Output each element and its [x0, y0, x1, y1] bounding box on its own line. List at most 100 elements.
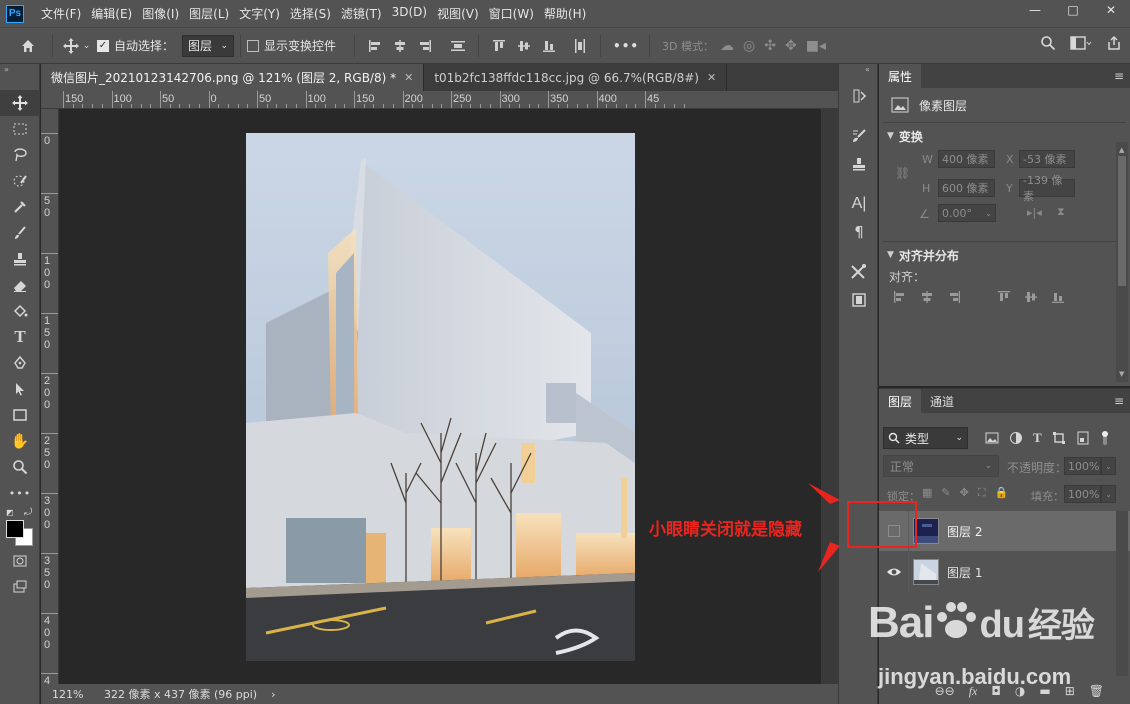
filter-shape-icon[interactable] [1052, 431, 1066, 445]
transform-section-header[interactable]: ▼ 变换 [879, 123, 1130, 149]
panel-menu-icon[interactable]: ≡ [1114, 394, 1124, 408]
width-field[interactable]: 400 像素 [938, 150, 995, 168]
close-tab-icon[interactable]: ✕ [707, 71, 716, 84]
default-colors-icon[interactable]: ◩ [6, 508, 14, 517]
close-tab-icon[interactable]: ✕ [404, 71, 413, 84]
align-section-header[interactable]: ▼ 对齐并分布 [879, 242, 1130, 268]
align-bottom-icon[interactable] [1051, 290, 1065, 304]
brush-tool[interactable] [0, 220, 40, 246]
screen-mode-button[interactable] [0, 574, 40, 600]
lock-all-icon[interactable]: 🔒 [995, 486, 1009, 500]
pen-tool[interactable] [0, 350, 40, 376]
maximize-button[interactable]: □ [1054, 0, 1092, 20]
type-tool[interactable]: T [0, 324, 40, 350]
distribute-vertical-icon[interactable] [450, 38, 466, 54]
menu-help[interactable]: 帮助(H) [539, 5, 591, 22]
layer-name[interactable]: 图层 2 [947, 523, 982, 540]
character-panel-button[interactable]: A| [839, 190, 879, 218]
filter-toggle-icon[interactable] [1100, 430, 1110, 446]
align-vcenter-icon[interactable] [516, 38, 532, 54]
path-select-tool[interactable] [0, 376, 40, 402]
marquee-tool[interactable] [0, 116, 40, 142]
swap-colors-icon[interactable]: ⤾ [24, 507, 32, 518]
document-tab-active[interactable]: 微信图片_20210123142706.png @ 121% (图层 2, RG… [41, 64, 425, 91]
camera-3d-icon[interactable]: ■◂ [806, 38, 826, 54]
panel-menu-icon[interactable]: ≡ [1114, 69, 1124, 83]
lock-image-icon[interactable]: ✎ [941, 486, 950, 500]
layer-name[interactable]: 图层 1 [947, 564, 982, 581]
zoom-level[interactable]: 121% [52, 688, 96, 701]
paragraph-panel-button[interactable]: ¶ [839, 218, 879, 246]
fill-field[interactable]: 100% [1064, 485, 1101, 503]
show-transform-checkbox[interactable] [247, 39, 260, 52]
menu-edit[interactable]: 编辑(E) [86, 5, 137, 22]
tool-presets-button[interactable] [839, 258, 879, 286]
filter-smart-object-icon[interactable] [1076, 431, 1090, 445]
opacity-field[interactable]: 100% [1064, 457, 1101, 475]
align-hcenter-icon[interactable] [920, 290, 934, 304]
move-tool[interactable] [0, 90, 40, 116]
move-tool-preset-icon[interactable]: ⌄ [59, 34, 93, 58]
auto-select-checkbox[interactable]: ✓ [97, 39, 109, 52]
align-right-icon[interactable] [947, 290, 961, 304]
libraries-button[interactable] [839, 286, 879, 314]
tab-channels[interactable]: 通道 [921, 389, 963, 413]
menu-image[interactable]: 图像(I) [137, 5, 184, 22]
align-bottom-icon[interactable] [541, 38, 557, 54]
minimize-button[interactable]: — [1016, 0, 1054, 20]
menu-3d[interactable]: 3D(D) [387, 5, 432, 22]
align-vcenter-icon[interactable] [1024, 290, 1038, 304]
rectangle-tool[interactable] [0, 402, 40, 428]
align-left-icon[interactable] [367, 38, 383, 54]
lasso-tool[interactable] [0, 142, 40, 168]
y-position-field[interactable]: -139 像素 [1019, 174, 1075, 203]
more-tools-button[interactable]: ••• [0, 480, 40, 506]
foreground-color-swatch[interactable] [6, 520, 24, 538]
filter-type-icon[interactable]: T [1033, 430, 1042, 446]
lock-artboard-icon[interactable]: ⛶ [978, 486, 986, 500]
orbit-3d-icon[interactable]: ☁ [720, 38, 734, 54]
tab-layers[interactable]: 图层 [879, 389, 922, 413]
workspace-icon[interactable] [1070, 35, 1092, 51]
menu-layer[interactable]: 图层(L) [184, 5, 234, 22]
quick-mask-button[interactable] [0, 548, 40, 574]
menu-view[interactable]: 视图(V) [432, 5, 484, 22]
slide-3d-icon[interactable]: ✥ [785, 38, 797, 54]
pan-3d-icon[interactable]: ✣ [764, 38, 776, 54]
quick-select-tool[interactable] [0, 168, 40, 194]
home-icon[interactable] [10, 34, 46, 58]
menu-select[interactable]: 选择(S) [285, 5, 336, 22]
align-hcenter-icon[interactable] [392, 38, 408, 54]
roll-3d-icon[interactable]: ◎ [743, 38, 755, 54]
menu-filter[interactable]: 滤镜(T) [336, 5, 387, 22]
filter-adjustment-icon[interactable] [1009, 431, 1023, 445]
collapse-arrows-icon[interactable]: « [839, 64, 877, 76]
align-right-icon[interactable] [417, 38, 433, 54]
align-top-icon[interactable] [997, 290, 1011, 304]
hand-tool[interactable]: ✋ [0, 428, 40, 454]
clone-source-button[interactable] [839, 150, 879, 178]
paint-bucket-tool[interactable] [0, 298, 40, 324]
distribute-horizontal-icon[interactable] [572, 38, 588, 54]
share-icon[interactable] [1106, 35, 1122, 51]
lock-transparent-icon[interactable]: ▦ [922, 486, 932, 500]
filter-pixel-icon[interactable] [985, 431, 999, 445]
eraser-tool[interactable] [0, 272, 40, 298]
menu-window[interactable]: 窗口(W) [484, 5, 539, 22]
lock-position-icon[interactable]: ✥ [960, 486, 969, 500]
zoom-tool[interactable] [0, 454, 40, 480]
layer-filter-dropdown[interactable]: 类型 ⌄ [883, 427, 968, 449]
fill-dropdown[interactable]: ⌄ [1101, 485, 1116, 503]
flip-vertical-icon[interactable]: ⧗ [1057, 205, 1065, 219]
history-panel-button[interactable] [839, 82, 879, 110]
canvas-vertical-scrollbar[interactable] [821, 109, 838, 684]
blend-mode-dropdown[interactable]: 正常 ⌄ [883, 455, 999, 477]
menu-file[interactable]: 文件(F) [36, 5, 86, 22]
properties-scrollbar[interactable]: ▲ ▼ [1116, 142, 1128, 382]
opacity-dropdown[interactable]: ⌄ [1101, 457, 1116, 475]
x-position-field[interactable]: -53 像素 [1019, 150, 1075, 168]
more-options-button[interactable]: ••• [613, 39, 639, 53]
brush-settings-button[interactable] [839, 122, 879, 150]
align-left-icon[interactable] [893, 290, 907, 304]
height-field[interactable]: 600 像素 [938, 179, 995, 197]
